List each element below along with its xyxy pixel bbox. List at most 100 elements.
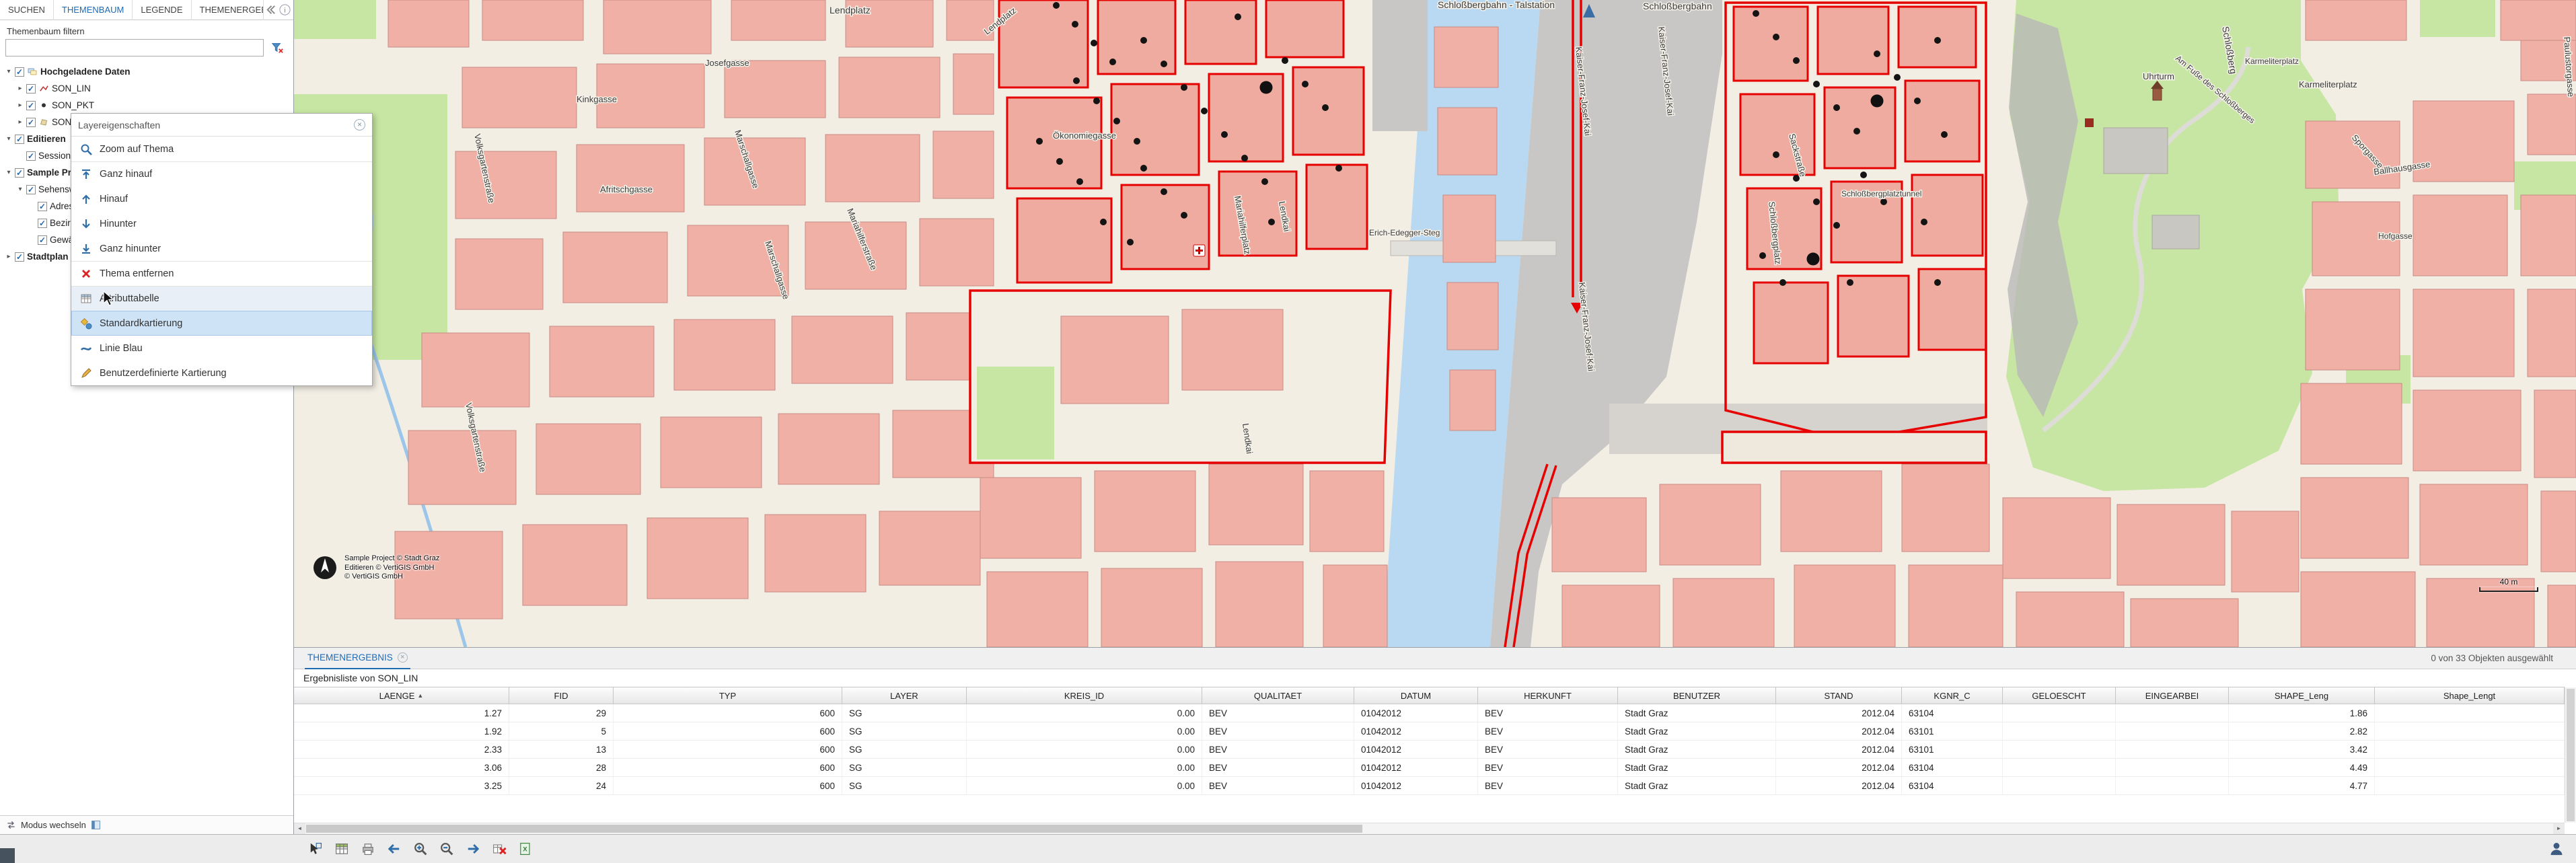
expander-icon[interactable]: ▸ [15, 85, 25, 92]
menu-item-benutzerdefinierte-kartierung[interactable]: Benutzerdefinierte Kartierung [71, 361, 372, 385]
clear-results-button[interactable] [490, 839, 509, 858]
menu-item-standardkartierung[interactable]: Standardkartierung [71, 311, 372, 336]
resize-corner[interactable] [0, 848, 15, 863]
layer-checkbox[interactable]: ✓ [38, 235, 47, 245]
building [987, 572, 1088, 647]
filter-icon[interactable] [268, 39, 287, 57]
tree-item-son-pkt[interactable]: ▸✓SON_PKT [0, 97, 293, 114]
expander-icon[interactable]: ▸ [4, 253, 13, 260]
layer-checkbox[interactable]: ✓ [26, 185, 36, 194]
column-header-herkunft[interactable]: HERKUNFT [1478, 687, 1618, 704]
son-lin-parcel [1905, 81, 1979, 161]
expander-icon[interactable]: ▾ [15, 186, 25, 193]
expander-icon[interactable]: ▸ [15, 118, 25, 126]
cell-laenge: 3.06 [294, 759, 509, 776]
result-row[interactable]: 1.925600SG0.00BEV01042012BEVStadt Graz20… [294, 722, 2565, 741]
cell-datum: 01042012 [1354, 777, 1478, 794]
layer-checkbox[interactable]: ✓ [15, 67, 24, 77]
scroll-right-icon[interactable]: ► [2553, 823, 2565, 834]
building [462, 67, 577, 128]
column-header-datum[interactable]: DATUM [1354, 687, 1478, 704]
column-header-shape-leng[interactable]: SHAPE_Leng [2229, 687, 2375, 704]
building [647, 518, 748, 599]
layer-checkbox[interactable]: ✓ [26, 118, 36, 127]
export-excel-button[interactable]: X [516, 839, 535, 858]
menu-item-ganz-hinauf[interactable]: Ganz hinauf [71, 161, 372, 186]
modus-label[interactable]: Modus wechseln [21, 820, 86, 830]
layer-checkbox[interactable]: ✓ [38, 219, 47, 228]
menu-item-label: Ganz hinunter [100, 243, 161, 254]
back-button[interactable] [385, 839, 404, 858]
column-header-kgnr-c[interactable]: KGNR_C [1902, 687, 2003, 704]
close-results-icon[interactable]: × [398, 652, 408, 663]
column-header-kreis-id[interactable]: KREIS_ID [967, 687, 1202, 704]
cell-geloescht [2003, 759, 2116, 776]
identify-tool-button[interactable] [306, 839, 325, 858]
result-row[interactable]: 3.0628600SG0.00BEV01042012BEVStadt Graz2… [294, 759, 2565, 777]
menu-item-thema-entfernen[interactable]: Thema entfernen [71, 261, 372, 286]
layer-checkbox[interactable]: ✓ [26, 101, 36, 110]
tree-filter-input[interactable] [5, 39, 264, 57]
column-header-eingearbei[interactable]: EINGEARBEI [2116, 687, 2229, 704]
building [2548, 585, 2576, 647]
column-header-fid[interactable]: FID [509, 687, 614, 704]
building [839, 57, 940, 118]
layer-checkbox[interactable]: ✓ [15, 135, 24, 144]
point-feature [1235, 13, 1241, 20]
building [825, 135, 920, 202]
user-icon[interactable] [2548, 840, 2565, 858]
building [661, 417, 762, 488]
forward-button[interactable] [464, 839, 482, 858]
sidebar-options-icon[interactable]: i [279, 3, 291, 16]
scrollbar-thumb[interactable] [306, 825, 1362, 833]
zoom-out-button[interactable] [437, 839, 456, 858]
column-header-benutzer[interactable]: BENUTZER [1618, 687, 1776, 704]
collapse-sidebar-icon[interactable] [264, 3, 277, 16]
zoom-in-button[interactable] [411, 839, 430, 858]
attribute-table-button[interactable] [332, 839, 351, 858]
menu-item-hinunter[interactable]: Hinunter [71, 211, 372, 236]
tab-themenergebnis[interactable]: THEMENERGEBNIS [192, 0, 264, 20]
tab-legende[interactable]: LEGENDE [133, 0, 191, 20]
layer-checkbox[interactable]: ✓ [15, 252, 24, 262]
switch-mode-icon[interactable] [5, 819, 17, 831]
column-header-layer[interactable]: LAYER [842, 687, 967, 704]
column-header-geloescht[interactable]: GELOESCHT [2003, 687, 2116, 704]
vertical-scrollbar[interactable] [2565, 687, 2576, 823]
menu-item-hinauf[interactable]: Hinauf [71, 186, 372, 211]
result-row[interactable]: 2.3313600SG0.00BEV01042012BEVStadt Graz2… [294, 741, 2565, 759]
layer-checkbox[interactable]: ✓ [15, 168, 24, 178]
menu-item-ganz-hinunter[interactable]: Ganz hinunter [71, 236, 372, 261]
tab-suchen[interactable]: SUCHEN [0, 0, 54, 20]
layer-checkbox[interactable]: ✓ [26, 151, 36, 161]
expander-icon[interactable]: ▸ [15, 102, 25, 109]
menu-item-linie-blau[interactable]: Linie Blau [71, 336, 372, 361]
expander-icon[interactable]: ▾ [4, 135, 13, 143]
cell-benutzer: Stadt Graz [1618, 777, 1776, 794]
result-row[interactable]: 3.2524600SG0.00BEV01042012BEVStadt Graz2… [294, 777, 2565, 795]
tree-item-son-lin[interactable]: ▸✓SON_LIN [0, 80, 293, 97]
tab-themenbaum[interactable]: THEMENBAUM [54, 0, 133, 20]
layer-checkbox[interactable]: ✓ [38, 202, 47, 211]
expander-icon[interactable]: ▾ [4, 169, 13, 176]
horizontal-scrollbar[interactable]: ◄ ► [294, 823, 2565, 834]
tab-themenergebnis[interactable]: THEMENERGEBNIS × [305, 648, 410, 669]
column-header-shape-lengt[interactable]: Shape_Lengt [2375, 687, 2565, 704]
print-button[interactable] [359, 839, 377, 858]
building [792, 316, 893, 383]
result-row[interactable]: 1.2729600SG0.00BEV01042012BEVStadt Graz2… [294, 704, 2565, 722]
map-view[interactable]: LendplatzLendplatzJosefgasseKinkgasseMar… [294, 0, 2576, 647]
point-feature [1161, 188, 1167, 195]
tree-item-hochgeladene-daten[interactable]: ▾✓Hochgeladene Daten [0, 63, 293, 80]
column-header-qualitaet[interactable]: QUALITAET [1202, 687, 1354, 704]
column-header-stand[interactable]: STAND [1776, 687, 1902, 704]
expander-icon[interactable]: ▾ [4, 68, 13, 75]
panel-toggle-icon[interactable] [90, 819, 102, 831]
menu-item-zoom-auf-thema[interactable]: Zoom auf Thema [71, 137, 372, 161]
column-header-laenge[interactable]: LAENGE▲ [294, 687, 509, 704]
scroll-left-icon[interactable]: ◄ [294, 823, 305, 834]
vscrollbar-thumb[interactable] [2567, 689, 2575, 821]
layer-checkbox[interactable]: ✓ [26, 84, 36, 93]
close-menu-icon[interactable]: × [354, 119, 365, 130]
column-header-typ[interactable]: TYP [614, 687, 842, 704]
